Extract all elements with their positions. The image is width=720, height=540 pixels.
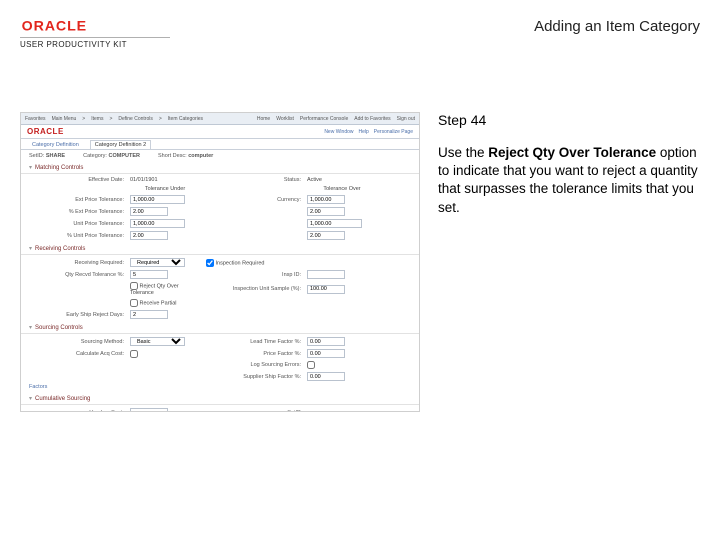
label-shipfactor: Supplier Ship Factor %: bbox=[206, 374, 301, 380]
topnav-link[interactable]: Performance Console bbox=[300, 116, 348, 122]
checkbox-inspection-required[interactable] bbox=[206, 259, 214, 267]
checkbox-acqcost[interactable] bbox=[130, 350, 138, 358]
step-number: Step 44 bbox=[438, 112, 700, 128]
label-acqcost: Calculate Acq Cost: bbox=[29, 351, 124, 357]
topnav-link[interactable]: Add to Favorites bbox=[354, 116, 390, 122]
topnav-link[interactable]: Worklist bbox=[276, 116, 294, 122]
link-factors[interactable]: Factors bbox=[29, 384, 47, 390]
col-tol-over: Tolerance Over bbox=[307, 186, 377, 192]
brand-link[interactable]: Personalize Page bbox=[374, 129, 413, 135]
input-extprice-over[interactable] bbox=[307, 195, 345, 204]
app-screenshot: Favorites Main Menu > Items > Define Con… bbox=[20, 112, 420, 412]
label-status: Status: bbox=[206, 177, 301, 183]
label-recvpartial: Receive Partial bbox=[140, 300, 177, 306]
label-srcmethod: Sourcing Method: bbox=[29, 339, 124, 345]
input-unitprice-over[interactable] bbox=[307, 219, 362, 228]
breadcrumb-item[interactable]: Define Controls bbox=[118, 116, 152, 122]
input-daysearly[interactable] bbox=[130, 310, 168, 319]
page-header: ORACLE USER PRODUCTIVITY KIT Adding an I… bbox=[20, 18, 700, 56]
input-extprice-under[interactable] bbox=[130, 195, 185, 204]
instruction-pane: Step 44 Use the Reject Qty Over Toleranc… bbox=[438, 112, 700, 510]
breadcrumb-item[interactable]: Items bbox=[91, 116, 103, 122]
input-pctext-over[interactable] bbox=[307, 207, 345, 216]
input-inspunit[interactable] bbox=[307, 285, 345, 294]
topnav-link[interactable]: Sign out bbox=[397, 116, 415, 122]
col-tol-under: Tolerance Under bbox=[130, 186, 200, 192]
upk-subtitle: USER PRODUCTIVITY KIT bbox=[20, 37, 170, 49]
checkbox-reject-qty-over-tolerance[interactable] bbox=[130, 282, 138, 290]
sourcing-controls-grid: Sourcing Method: Basic Lead Time Factor … bbox=[21, 334, 419, 393]
input-pctext-under[interactable] bbox=[130, 207, 168, 216]
label-inspunit: Inspection Unit Sample (%): bbox=[206, 286, 301, 292]
label-daysearly: Early Ship Reject Days: bbox=[29, 312, 124, 318]
instruction-bold: Reject Qty Over Tolerance bbox=[488, 145, 656, 160]
receiving-controls-grid: Receiving Required: Required Inspection … bbox=[21, 255, 419, 322]
page-title: Adding an Item Category bbox=[534, 18, 700, 35]
record-header: SetID: SHARE Category: COMPUTER Short De… bbox=[21, 150, 419, 162]
checkbox-receive-partial[interactable] bbox=[130, 299, 138, 307]
app-breadcrumb-bar: Favorites Main Menu > Items > Define Con… bbox=[21, 113, 419, 125]
tab-category-definition[interactable]: Category Definition bbox=[27, 140, 84, 149]
breadcrumb-item[interactable]: Favorites bbox=[25, 116, 46, 122]
section-cumulative-sourcing[interactable]: Cumulative Sourcing bbox=[21, 393, 419, 405]
matching-controls-grid: Effective Date: 01/01/1901 Status: Activ… bbox=[21, 174, 419, 243]
input-qtyrecv[interactable] bbox=[130, 270, 168, 279]
input-pctunit-over[interactable] bbox=[307, 231, 345, 240]
checkbox-logsourcing[interactable] bbox=[307, 361, 315, 369]
value-status: Active bbox=[307, 177, 377, 183]
value-effdate: 01/01/1901 bbox=[130, 177, 200, 183]
label-qtyrecv: Qty Recvd Tolerance %: bbox=[29, 272, 124, 278]
label-currency: Currency: bbox=[206, 197, 301, 203]
brand-link[interactable]: New Window bbox=[324, 129, 353, 135]
input-vendorssent[interactable] bbox=[130, 408, 168, 412]
oracle-wordmark: ORACLE bbox=[22, 18, 87, 34]
label-pctunit: % Unit Price Tolerance: bbox=[29, 233, 124, 239]
label-effdate: Effective Date: bbox=[29, 177, 124, 183]
input-leadfactor[interactable] bbox=[307, 337, 345, 346]
input-pricefactor[interactable] bbox=[307, 349, 345, 358]
section-sourcing-controls[interactable]: Sourcing Controls bbox=[21, 322, 419, 334]
breadcrumb-item[interactable]: Item Categories bbox=[168, 116, 203, 122]
section-receiving-controls[interactable]: Receiving Controls bbox=[21, 243, 419, 255]
tab-strip: Category Definition Category Definition … bbox=[21, 139, 419, 150]
cumulative-sourcing-grid: Vendors Sent: SetID Vendor Seq: Total Ca… bbox=[21, 405, 419, 412]
label-vendorssent: Vendors Sent: bbox=[29, 410, 124, 413]
label-pricefactor: Price Factor %: bbox=[206, 351, 301, 357]
label-reject-qty: Reject Qty Over Tolerance bbox=[130, 283, 179, 296]
label-extprice: Ext Price Tolerance: bbox=[29, 197, 124, 203]
section-matching-controls[interactable]: Matching Controls bbox=[21, 162, 419, 174]
label-inspid: Insp ID: bbox=[206, 272, 301, 278]
label-logsourcing: Log Sourcing Errors: bbox=[206, 362, 301, 368]
input-unitprice-under[interactable] bbox=[130, 219, 185, 228]
topnav-link[interactable]: Home bbox=[257, 116, 270, 122]
label-unitprice: Unit Price Tolerance: bbox=[29, 221, 124, 227]
app-logo: ORACLE bbox=[27, 127, 64, 136]
breadcrumb-item[interactable]: Main Menu bbox=[52, 116, 77, 122]
instruction-text: Use the Reject Qty Over Tolerance option… bbox=[438, 144, 700, 217]
app-brand-bar: ORACLE New Window Help Personalize Page bbox=[21, 125, 419, 139]
brand-link[interactable]: Help bbox=[359, 129, 369, 135]
select-srcmethod[interactable]: Basic bbox=[130, 337, 185, 346]
label-pctext: % Ext Price Tolerance: bbox=[29, 209, 124, 215]
input-inspid[interactable] bbox=[307, 270, 345, 279]
label-leadfactor: Lead Time Factor %: bbox=[206, 339, 301, 345]
select-recvreq[interactable]: Required bbox=[130, 258, 185, 267]
label-recvreq: Receiving Required: bbox=[29, 260, 124, 266]
input-shipfactor[interactable] bbox=[307, 372, 345, 381]
label-setid2: SetID bbox=[206, 410, 301, 413]
tab-category-definition-2[interactable]: Category Definition 2 bbox=[90, 140, 151, 149]
input-pctunit-under[interactable] bbox=[130, 231, 168, 240]
label-inspreq: Inspection Required bbox=[216, 260, 265, 266]
